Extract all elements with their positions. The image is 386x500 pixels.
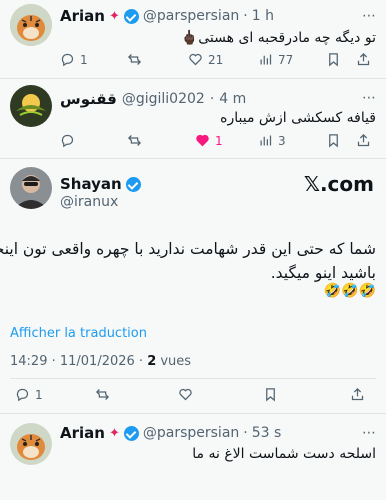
avatar-arian[interactable] [10, 423, 52, 465]
separator-dot: · [209, 91, 215, 107]
views-button[interactable]: 3 [258, 133, 286, 148]
like-icon [189, 53, 202, 66]
more-options-icon[interactable]: ⋯ [362, 8, 376, 24]
post-time[interactable]: 4 m [219, 91, 246, 107]
views-label: vues [156, 354, 192, 369]
fire-icon: ✦ [108, 8, 120, 24]
divider [0, 78, 386, 79]
author-handle[interactable]: @parspersian [143, 425, 239, 441]
share-button[interactable] [350, 387, 370, 402]
more-options-icon[interactable]: ⋯ [362, 425, 376, 441]
reply-count: 1 [35, 387, 43, 402]
reply-icon [61, 53, 74, 67]
share-icon [351, 387, 364, 401]
retweet-button[interactable] [127, 133, 147, 148]
bookmark-icon [329, 134, 338, 148]
reply-count: 1 [80, 52, 88, 67]
share-button[interactable] [356, 133, 376, 148]
avatar-shayan[interactable] [10, 167, 52, 209]
reply-button[interactable] [60, 133, 80, 148]
avatar-arian[interactable] [10, 4, 52, 46]
author-handle[interactable]: @iranux [60, 194, 118, 210]
post-text-line-1: شما که حتی این قدر شهامت ندارید با چهره … [0, 240, 376, 258]
author-handle[interactable]: @parspersian [143, 8, 239, 24]
reply-button[interactable]: 1 [60, 52, 88, 67]
reply-button[interactable]: 1 [15, 387, 43, 402]
tiger-avatar-icon [10, 4, 52, 46]
like-count: 21 [208, 52, 224, 67]
separator-dot: · [243, 425, 248, 441]
like-count: 1 [215, 133, 223, 148]
author-name[interactable]: Arian [60, 7, 105, 25]
retweet-icon [127, 54, 142, 65]
post-time[interactable]: 53 s [252, 425, 282, 441]
post-text: اسلحه دست شماست الاغ نه ما [192, 446, 376, 462]
fire-icon: ✦ [108, 425, 120, 441]
verified-icon [125, 176, 141, 192]
action-bar: 1 3 [60, 133, 376, 151]
like-button[interactable] [178, 387, 198, 402]
bookmark-icon [329, 53, 338, 67]
post-time[interactable]: 1 h [252, 8, 274, 24]
tiger-avatar-icon [10, 423, 52, 465]
divider [0, 413, 386, 414]
reply-icon [61, 134, 74, 148]
verified-icon [123, 8, 139, 24]
more-options-icon[interactable]: ⋯ [362, 90, 376, 106]
views-number: 2 [147, 354, 157, 369]
bookmark-button[interactable] [326, 52, 346, 67]
like-button[interactable]: 21 [188, 52, 223, 67]
share-button[interactable] [356, 52, 376, 67]
main-action-bar: 1 [10, 387, 376, 405]
retweet-button[interactable] [95, 387, 115, 402]
author-name[interactable]: ققنوس [60, 90, 117, 108]
post-text: قیافه کسکشی ازش میباره [220, 110, 376, 126]
translate-link[interactable]: Afficher la traduction [10, 326, 147, 341]
post-timestamp: 14:29 · 11/01/2026 · 2 vues [10, 354, 191, 369]
post-text-line-2: باشید اینو میگید. [270, 264, 376, 282]
share-icon [357, 52, 370, 66]
retweet-icon [127, 135, 142, 146]
divider [10, 378, 376, 379]
like-icon [179, 388, 192, 401]
avatar-qoqnoos[interactable] [10, 85, 52, 127]
phoenix-avatar-icon [10, 85, 52, 127]
x-logo[interactable]: 𝕏.com [304, 172, 374, 196]
retweet-button[interactable] [127, 52, 147, 67]
views-button[interactable]: 77 [258, 52, 293, 67]
divider [0, 158, 386, 159]
author-handle[interactable]: @gigili0202 [122, 91, 205, 107]
emoji-line: 🤣🤣🤣 [323, 283, 376, 299]
views-icon [260, 135, 272, 146]
post-text: تو دیگه چه مادرقحبه ای هستی🖕🏿 [180, 30, 376, 46]
verified-icon [123, 425, 139, 441]
views-count: 3 [278, 133, 286, 148]
author-name[interactable]: Arian [60, 424, 105, 442]
views-icon [260, 54, 272, 65]
profile-photo-icon [10, 167, 52, 209]
reply-icon [16, 388, 29, 402]
author-name[interactable]: Shayan [60, 175, 122, 193]
timestamp-text[interactable]: 14:29 · 11/01/2026 · [10, 354, 147, 369]
share-icon [357, 133, 370, 147]
bookmark-icon [266, 388, 275, 402]
bookmark-button[interactable] [263, 387, 283, 402]
action-bar: 1 21 77 [60, 52, 376, 70]
like-button[interactable]: 1 [195, 133, 223, 148]
separator-dot: · [243, 8, 248, 24]
views-count: 77 [278, 52, 294, 67]
like-icon [196, 134, 209, 147]
retweet-icon [95, 389, 110, 400]
bookmark-button[interactable] [326, 133, 346, 148]
